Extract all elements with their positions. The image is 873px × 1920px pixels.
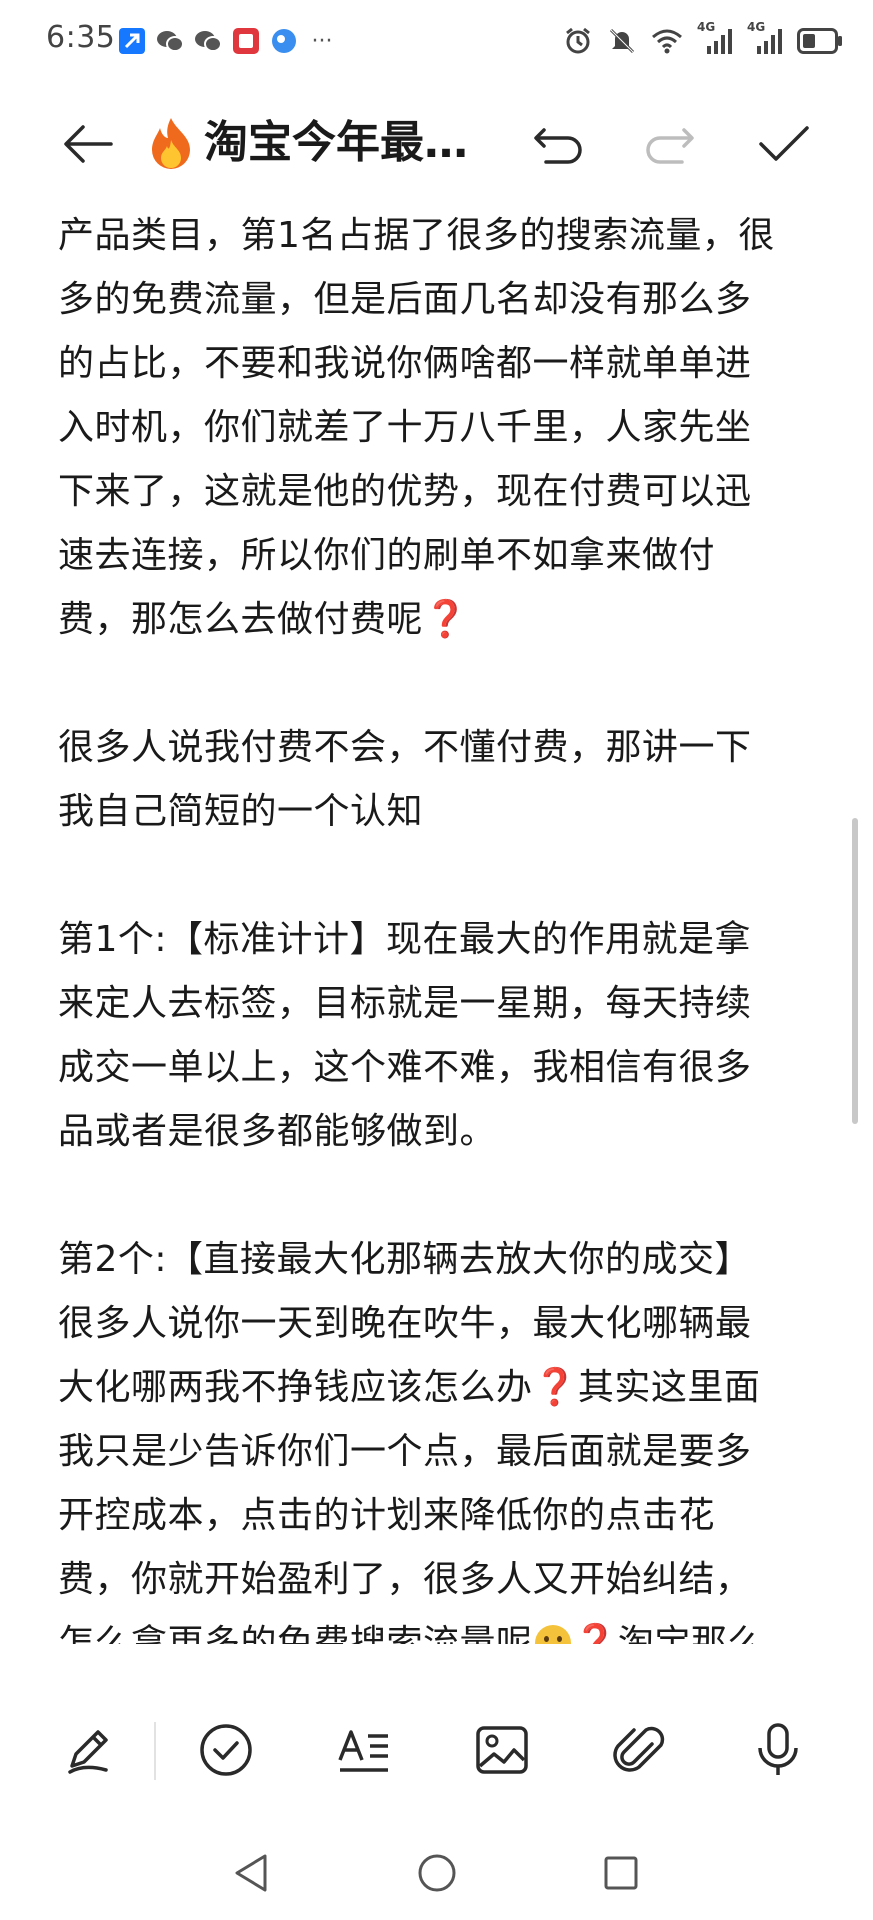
square-recents-icon [604, 1856, 638, 1890]
checkbox-icon [200, 1724, 252, 1776]
microphone-icon [758, 1723, 798, 1775]
text-line: 大化哪两我不挣钱应该怎么办 [58, 1367, 533, 1408]
paragraph: 产品类目，第1名占据了很多的搜索流量，很 多的免费流量，但是后面几名却没有那么多… [58, 204, 818, 652]
system-nav-bar [0, 1840, 873, 1920]
title-bar: 淘宝今年最… [0, 98, 873, 188]
text-format-button[interactable] [334, 1720, 394, 1780]
triangle-back-icon [235, 1854, 267, 1892]
text-line: 淘宝那么 [617, 1623, 764, 1644]
text-line: 入时机，你们就差了十万八千里，人家先坐 [58, 407, 752, 448]
blue-app-icon [270, 28, 298, 54]
attachment-icon [613, 1726, 665, 1772]
confused-face-icon [534, 1625, 571, 1644]
text-line: 很多人说我付费不会，不懂付费，那讲一下 [58, 727, 752, 768]
text-line: 速去连接，所以你们的刷单不如拿来做付 [58, 535, 716, 576]
battery-icon [797, 28, 843, 54]
wechat-icon [194, 28, 222, 54]
wechat-icon [156, 28, 184, 54]
undo-icon [534, 128, 582, 164]
editor-toolbar [0, 1700, 873, 1800]
handwriting-button[interactable] [58, 1720, 118, 1780]
done-button[interactable] [752, 114, 816, 174]
alarm-icon [563, 26, 593, 56]
text-line: 怎么拿更多的免费搜索流量呢 [58, 1623, 533, 1644]
checkmark-icon [759, 126, 809, 161]
nav-back-button[interactable] [226, 1848, 276, 1898]
paragraph: 第2个:【直接最大化那辆去放大你的成交】 很多人说你一天到晚在吹牛，最大化哪辆最… [58, 1228, 818, 1644]
signal-icon: 4G [747, 20, 783, 56]
back-arrow-icon [64, 125, 113, 163]
insert-image-button[interactable] [472, 1720, 532, 1780]
toolbar-divider [154, 1722, 156, 1780]
text-line: 下来了，这就是他的优势，现在付费可以迅 [58, 471, 752, 512]
text-line: 费，那怎么去做付费呢 [58, 599, 424, 640]
paragraph: 很多人说我付费不会，不懂付费，那讲一下 我自己简短的一个认知 [58, 716, 818, 844]
scrollbar-thumb[interactable] [852, 818, 858, 1124]
redo-icon [646, 128, 694, 164]
circle-home-icon [418, 1854, 456, 1892]
text-format-icon [338, 1730, 388, 1772]
text-line: 成交一单以上，这个难不难，我相信有很多 [58, 1047, 752, 1088]
pen-icon [68, 1730, 108, 1774]
question-mark-emoji: ❓ [423, 599, 469, 640]
note-title[interactable]: 淘宝今年最… [204, 116, 500, 170]
question-mark-emoji: ❓ [532, 1367, 578, 1408]
voice-input-button[interactable] [748, 1720, 808, 1780]
network-type-label: 4G [747, 20, 766, 34]
status-app-icons: ··· [118, 28, 336, 54]
mute-icon [607, 26, 637, 56]
navigation-app-icon [118, 28, 146, 54]
text-line: 开控成本，点击的计划来降低你的点击花 [58, 1495, 716, 1536]
paragraph: 第1个:【标准计计】现在最大的作用就是拿 来定人去标签，目标就是一星期，每天持续… [58, 908, 818, 1164]
text-line: 产品类目，第1名占据了很多的搜索流量，很 [58, 215, 775, 256]
status-bar: 6:35 ··· 4G 4G [0, 0, 873, 86]
text-line: 其实这里面 [577, 1367, 761, 1408]
text-line: 品或者是很多都能够做到。 [58, 1111, 497, 1152]
checklist-button[interactable] [196, 1720, 256, 1780]
more-notifications: ··· [311, 28, 333, 54]
signal-icon: 4G [697, 20, 733, 56]
text-line: 第2个:【直接最大化那辆去放大你的成交】 [58, 1239, 752, 1280]
image-icon [476, 1726, 528, 1774]
wifi-icon [651, 27, 683, 55]
question-mark-emoji: ❓ [572, 1623, 618, 1644]
text-line: 费，你就开始盈利了，很多人又开始纠结， [58, 1559, 752, 1600]
status-time: 6:35 [46, 20, 116, 55]
text-line: 很多人说你一天到晚在吹牛，最大化哪辆最 [58, 1303, 752, 1344]
redo-button[interactable] [640, 114, 700, 174]
nav-recents-button[interactable] [596, 1848, 646, 1898]
fire-icon [146, 116, 196, 170]
note-body[interactable]: 产品类目，第1名占据了很多的搜索流量，很 多的免费流量，但是后面几名却没有那么多… [58, 204, 818, 1644]
text-line: 我只是少告诉你们一个点，最后面就是要多 [58, 1431, 752, 1472]
text-line: 来定人去标签，目标就是一星期，每天持续 [58, 983, 752, 1024]
text-line: 我自己简短的一个认知 [58, 791, 424, 832]
nav-home-button[interactable] [412, 1848, 462, 1898]
text-line: 多的免费流量，但是后面几名却没有那么多 [58, 279, 752, 320]
status-right: 4G 4G [563, 20, 843, 56]
text-line: 的占比，不要和我说你俩啥都一样就单单进 [58, 343, 752, 384]
undo-button[interactable] [528, 114, 588, 174]
text-line: 第1个:【标准计计】现在最大的作用就是拿 [58, 919, 752, 960]
network-type-label: 4G [697, 20, 716, 34]
back-button[interactable] [58, 114, 118, 174]
attachment-button[interactable] [610, 1720, 670, 1780]
red-app-icon [232, 28, 260, 54]
